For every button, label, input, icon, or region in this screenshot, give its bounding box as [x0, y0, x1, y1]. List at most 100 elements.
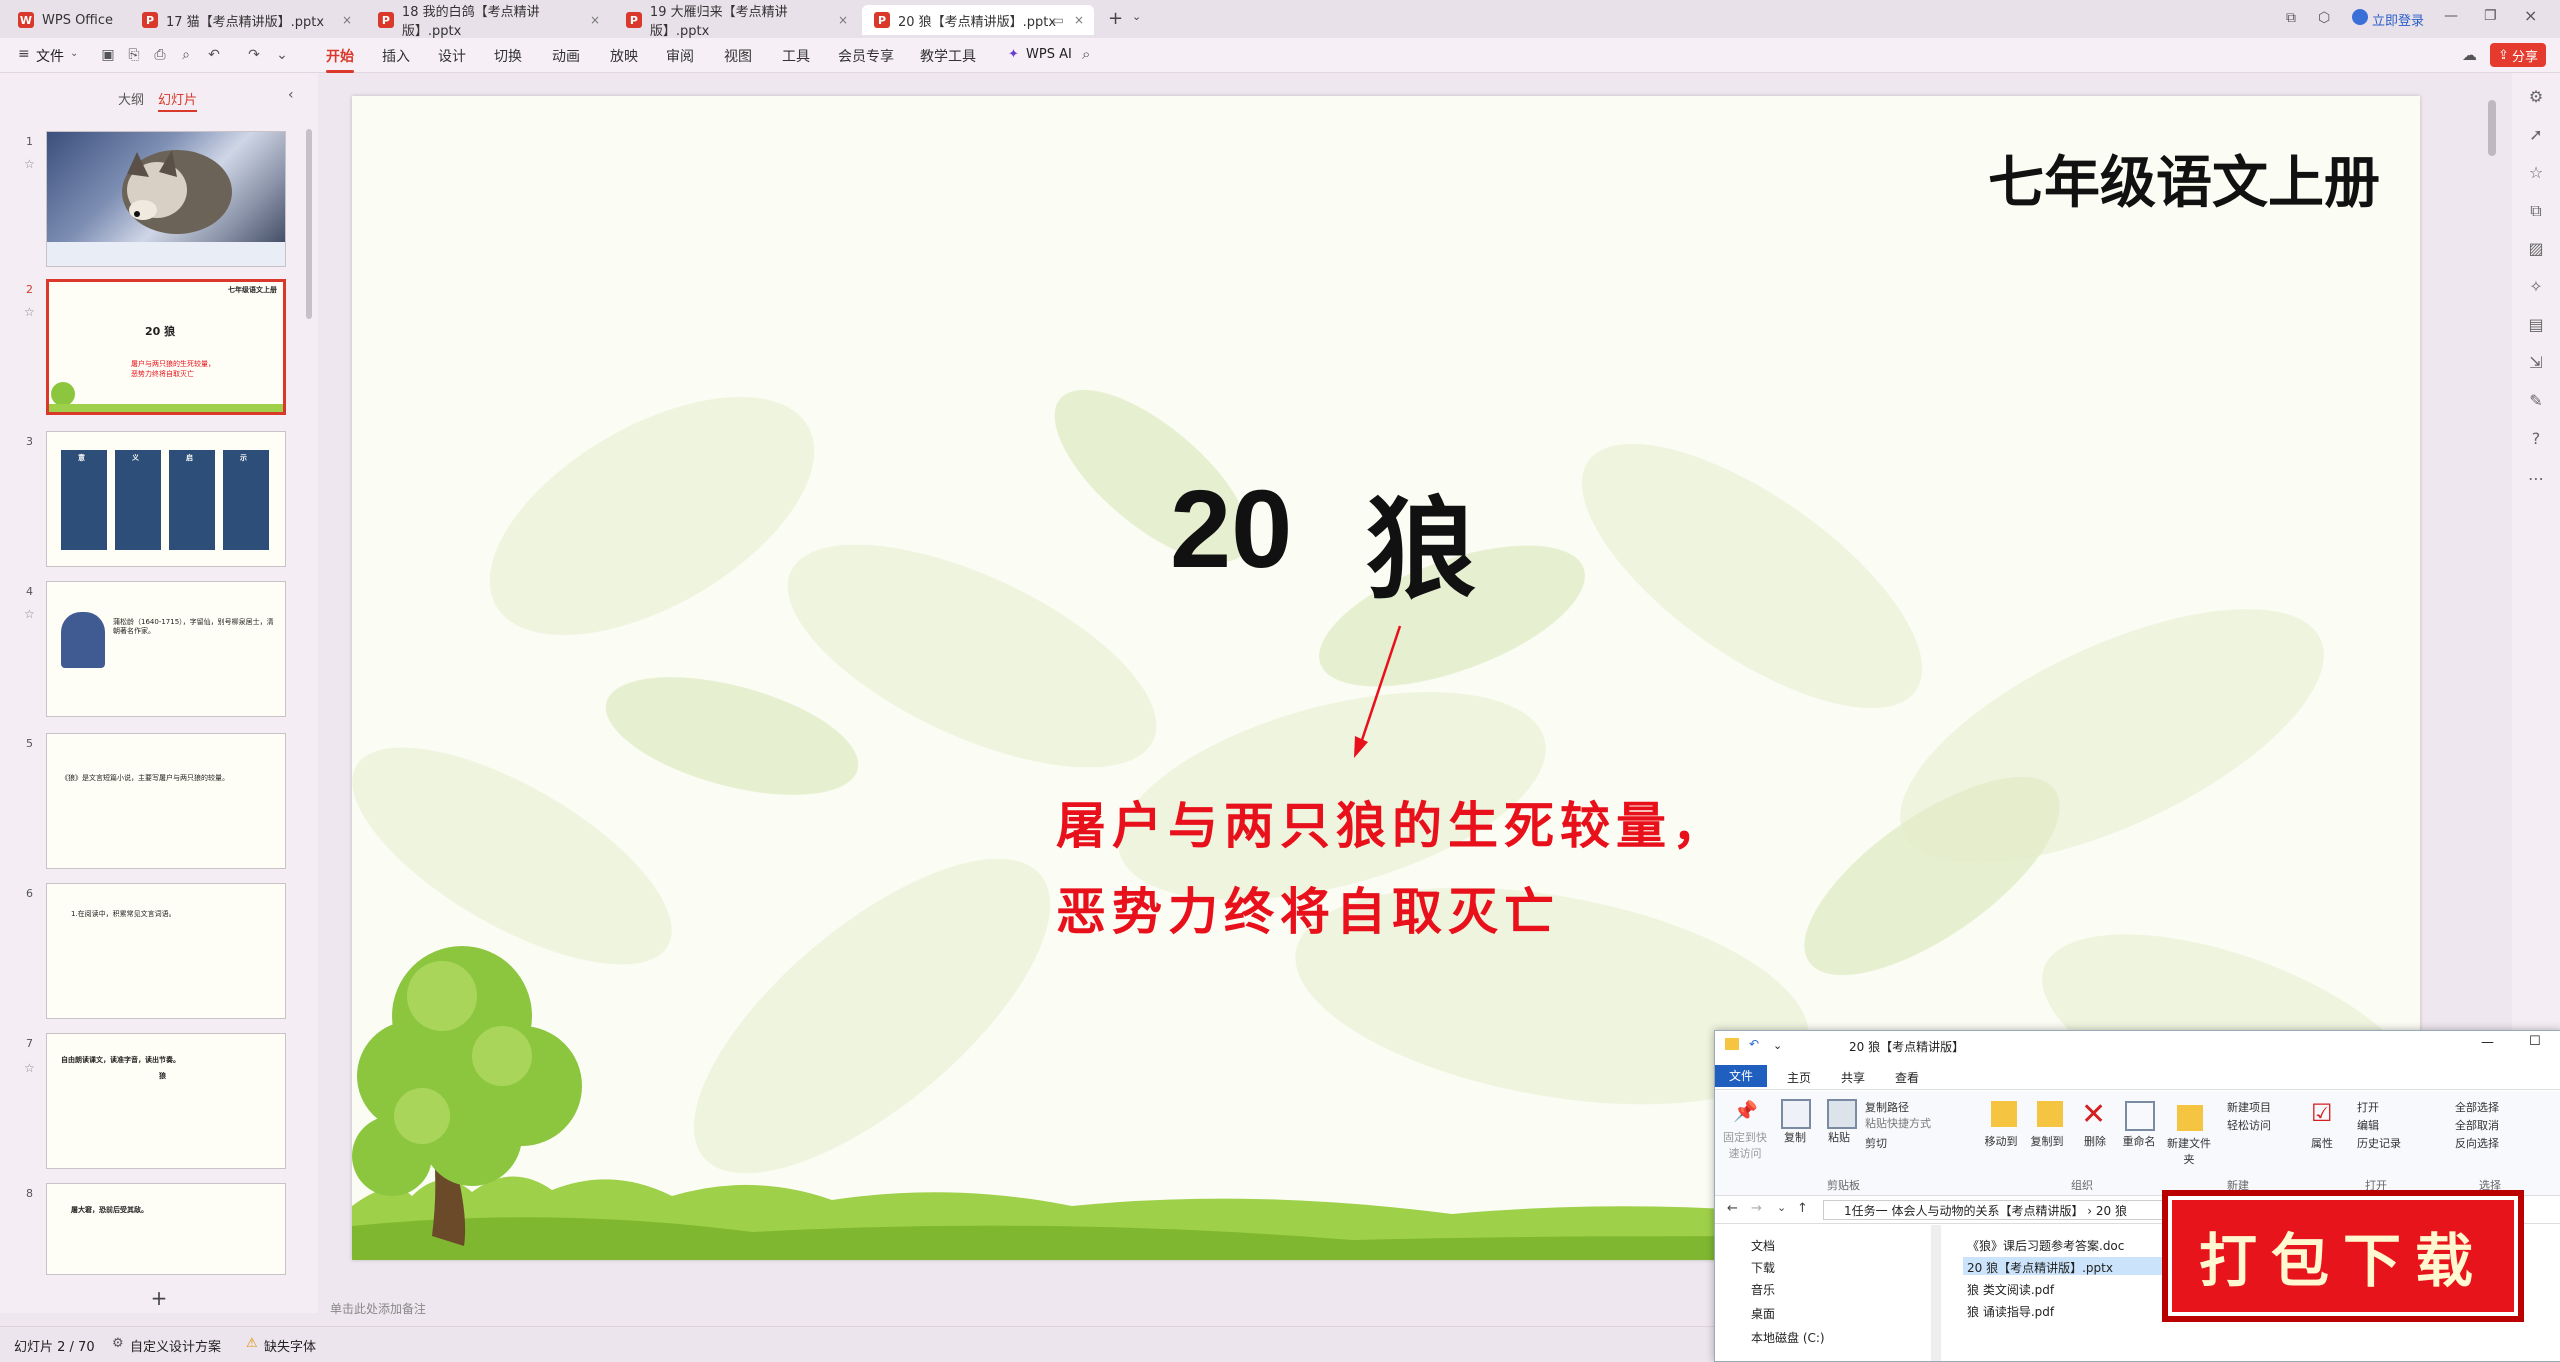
login-link[interactable]: 立即登录: [2372, 10, 2424, 29]
book-icon[interactable]: ▤: [2526, 315, 2546, 335]
file-item[interactable]: 《狼》课后习题参考答案.doc: [1967, 1237, 2124, 1254]
cut-button[interactable]: 剪切: [1865, 1135, 1887, 1151]
star-icon[interactable]: ☆: [2526, 163, 2546, 183]
maximize-icon[interactable]: ☐: [2529, 1034, 2541, 1049]
open-button[interactable]: 打开: [2357, 1099, 2379, 1115]
star-icon[interactable]: ☆: [24, 607, 35, 621]
close-icon[interactable]: ×: [838, 13, 848, 27]
tab-home[interactable]: 开始: [326, 46, 354, 73]
layout-icon[interactable]: ⧉: [2286, 10, 2296, 26]
design-scheme[interactable]: 自定义设计方案: [130, 1336, 221, 1355]
slide-thumbnail[interactable]: 《狼》是文言短篇小说，主要写屠户与两只狼的较量。: [46, 733, 286, 869]
print-icon[interactable]: ⎙: [152, 47, 168, 63]
tab-slideshow[interactable]: 放映: [610, 46, 638, 66]
brush-icon[interactable]: ✎: [2526, 391, 2546, 411]
file-item[interactable]: 狼 诵读指导.pdf: [1967, 1303, 2054, 1320]
explorer-tab-file[interactable]: 文件: [1715, 1065, 1767, 1087]
cube-icon[interactable]: ⬡: [2318, 10, 2330, 26]
tab-slides[interactable]: 幻灯片: [158, 89, 198, 112]
close-icon[interactable]: ×: [1074, 13, 1084, 27]
tab-insert[interactable]: 插入: [382, 46, 410, 66]
star-icon[interactable]: ☆: [24, 1061, 35, 1075]
slide-title-number[interactable]: 20: [1170, 466, 1292, 593]
collapse-icon[interactable]: ‹: [288, 87, 294, 103]
explorer-tab-share[interactable]: 共享: [1841, 1069, 1865, 1086]
missing-font[interactable]: 缺失字体: [264, 1336, 316, 1355]
download-badge[interactable]: 打包下载: [2162, 1190, 2524, 1322]
share-button[interactable]: ⇪ 分享: [2490, 43, 2546, 67]
delete-button[interactable]: 删除: [2075, 1133, 2115, 1149]
tab-outline[interactable]: 大纲: [118, 89, 144, 108]
tab-wps-home[interactable]: W WPS Office: [6, 5, 126, 35]
nav-item[interactable]: 下载: [1751, 1259, 1775, 1276]
open-icon[interactable]: ⎘: [126, 47, 142, 63]
redo-icon[interactable]: ↷: [246, 47, 262, 63]
add-slide-button[interactable]: +: [0, 1283, 318, 1313]
slide-thumbnail[interactable]: 意 义 启 示: [46, 431, 286, 567]
forward-icon[interactable]: →: [1751, 1201, 1762, 1216]
file-menu[interactable]: 文件: [36, 46, 64, 66]
slide-line-1[interactable]: 屠户与两只狼的生死较量，: [1056, 786, 1728, 858]
nav-item[interactable]: 音乐: [1751, 1281, 1775, 1298]
nav-item[interactable]: 本地磁盘 (C:): [1751, 1329, 1825, 1346]
explorer-tab-home[interactable]: 主页: [1787, 1069, 1811, 1086]
copy-to-button[interactable]: 复制到: [2025, 1133, 2069, 1149]
history-button[interactable]: 历史记录: [2357, 1135, 2401, 1151]
edit-button[interactable]: 编辑: [2357, 1117, 2379, 1133]
easy-access-button[interactable]: 轻松访问: [2227, 1117, 2271, 1133]
new-tab-icon[interactable]: +: [1108, 8, 1123, 29]
help-icon[interactable]: ?: [2526, 429, 2546, 449]
back-icon[interactable]: ←: [1727, 1201, 1738, 1216]
file-item-selected[interactable]: 20 狼【考点精讲版】.pptx: [1967, 1259, 2113, 1276]
file-item[interactable]: 狼 类文阅读.pdf: [1967, 1281, 2054, 1298]
tab-design[interactable]: 设计: [438, 46, 466, 66]
scrollbar[interactable]: [306, 129, 312, 319]
settings-icon[interactable]: ⚙: [2526, 87, 2546, 107]
up-icon[interactable]: ↑: [1797, 1201, 1808, 1216]
copy-button[interactable]: 复制: [1775, 1129, 1815, 1145]
notes-placeholder[interactable]: 单击此处添加备注: [330, 1300, 426, 1317]
window-icon[interactable]: ▭: [1053, 13, 1064, 27]
paste-shortcut-button[interactable]: 粘贴快捷方式: [1865, 1115, 1931, 1131]
slide-thumbnail[interactable]: 自由朗读课文，读准字音，读出节奏。 狼: [46, 1033, 286, 1169]
slide-thumbnail[interactable]: 屠大窘，恐前后受其敌。: [46, 1183, 286, 1275]
invert-selection-button[interactable]: 反向选择: [2455, 1135, 2499, 1151]
tab-review[interactable]: 审阅: [666, 46, 694, 66]
new-item-button[interactable]: 新建项目: [2227, 1099, 2271, 1115]
tab-tools[interactable]: 工具: [782, 46, 810, 66]
tab-document[interactable]: P 18 我的白鸽【考点精讲版】.pptx ×: [366, 5, 610, 39]
chevron-down-icon[interactable]: ⌄: [1777, 1201, 1786, 1214]
properties-button[interactable]: 属性: [2305, 1135, 2339, 1151]
star-icon[interactable]: ☆: [24, 305, 35, 319]
pin-button[interactable]: 固定到快速访问: [1721, 1129, 1769, 1161]
chevron-down-icon[interactable]: ⌄: [1773, 1039, 1782, 1052]
chevron-down-icon[interactable]: ⌄: [274, 47, 290, 63]
select-none-button[interactable]: 全部取消: [2455, 1117, 2499, 1133]
export-icon[interactable]: ⇲: [2526, 353, 2546, 373]
nav-scrollbar[interactable]: [1931, 1225, 1941, 1361]
menu-icon[interactable]: ≡: [18, 46, 30, 62]
tab-member[interactable]: 会员专享: [838, 46, 894, 66]
new-folder-button[interactable]: 新建文件夹: [2167, 1135, 2211, 1167]
preview-icon[interactable]: ⌕: [178, 47, 194, 63]
slide-thumbnail[interactable]: 1.在阅读中，积累常见文言词语。: [46, 883, 286, 1019]
tab-teaching-tools[interactable]: 教学工具: [920, 46, 976, 66]
explorer-tab-view[interactable]: 查看: [1895, 1069, 1919, 1086]
search-icon[interactable]: ⌕: [1082, 45, 1090, 63]
minimize-icon[interactable]: —: [2444, 8, 2458, 24]
undo-icon[interactable]: ↶: [206, 47, 222, 63]
slide-scrollbar[interactable]: [2488, 100, 2496, 156]
tab-document-active[interactable]: P 20 狼【考点精讲版】.pptx ▭ ×: [862, 5, 1094, 35]
tab-document[interactable]: P 17 猫【考点精讲版】.pptx ×: [130, 5, 362, 35]
avatar[interactable]: [2352, 9, 2368, 25]
tab-transition[interactable]: 切换: [494, 46, 522, 66]
close-icon[interactable]: ×: [342, 13, 352, 27]
tab-animation[interactable]: 动画: [552, 46, 580, 66]
restore-icon[interactable]: ❐: [2484, 8, 2497, 24]
copy-icon[interactable]: ⧉: [2526, 201, 2546, 221]
slide-header[interactable]: 七年级语文上册: [1988, 138, 2380, 219]
quick-access-icon[interactable]: ↶: [1749, 1037, 1759, 1051]
image-icon[interactable]: ▨: [2526, 239, 2546, 259]
tab-document[interactable]: P 19 大雁归来【考点精讲版】.pptx ×: [614, 5, 858, 39]
cloud-icon[interactable]: ☁: [2462, 46, 2477, 64]
